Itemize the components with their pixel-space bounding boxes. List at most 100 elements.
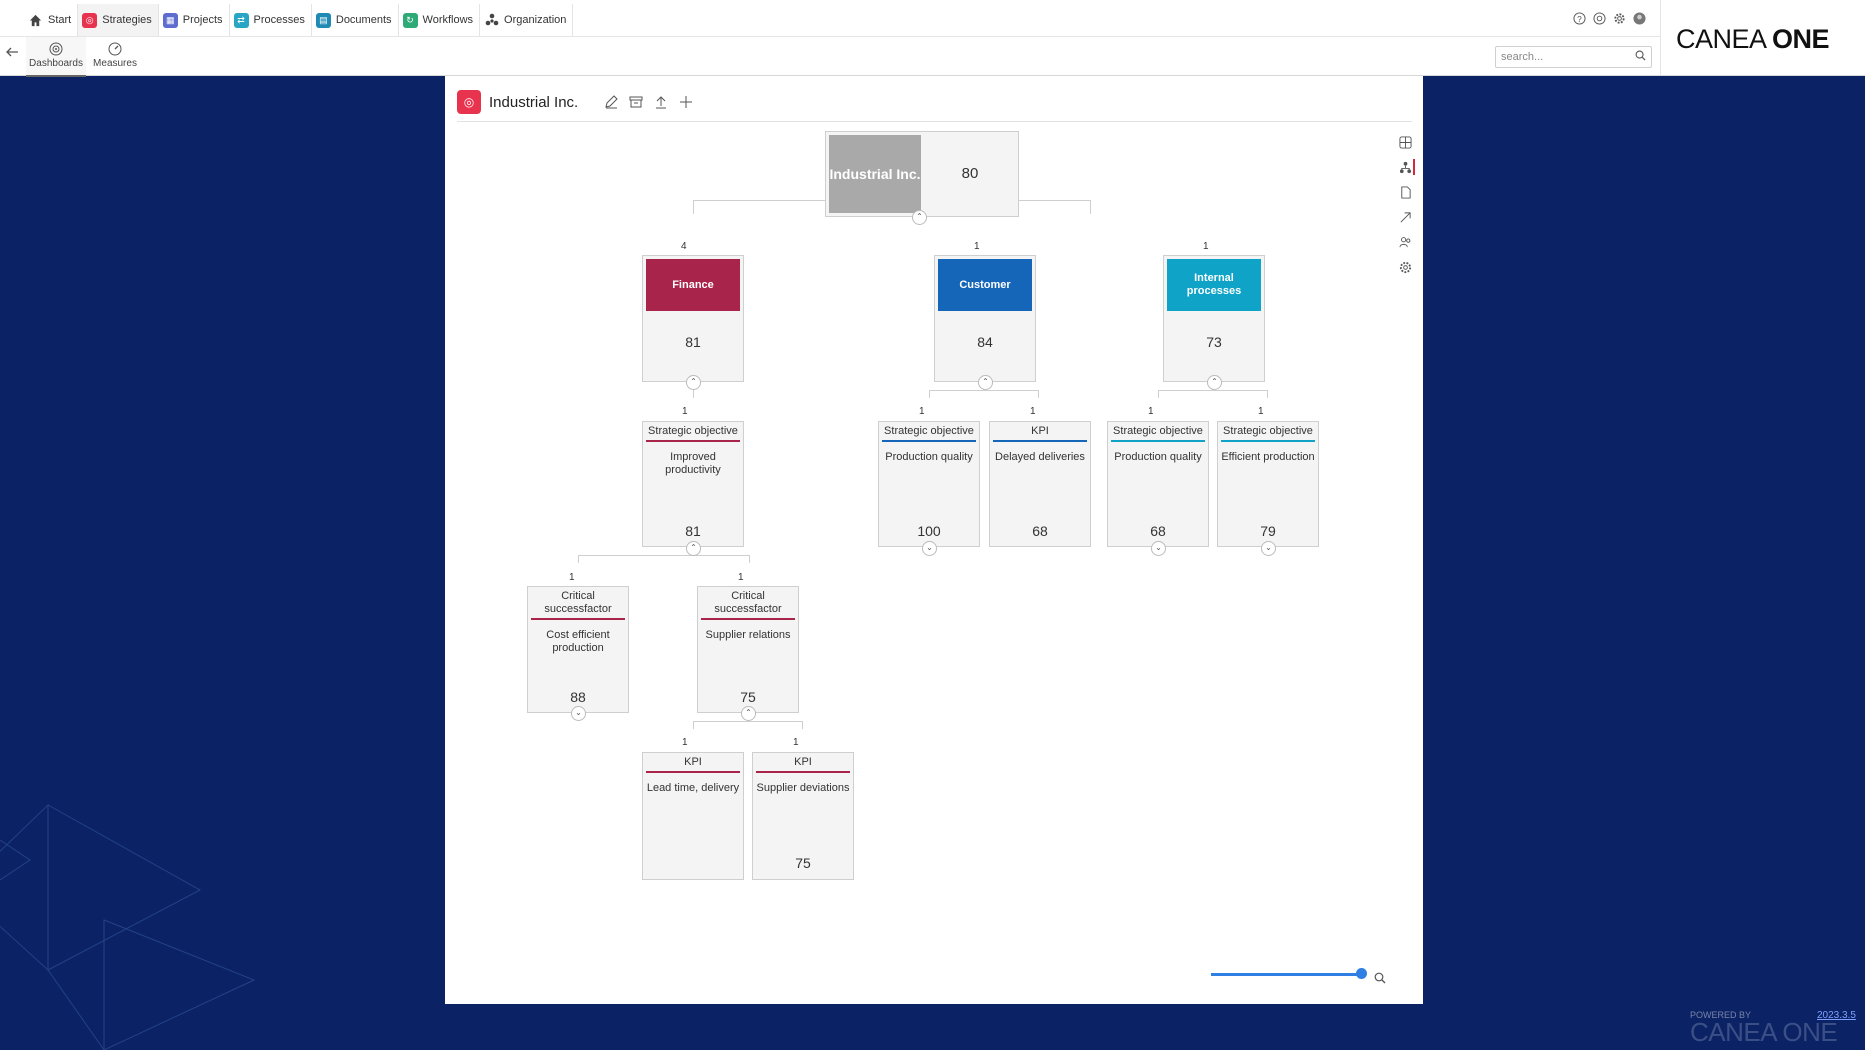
- root-node[interactable]: Industrial Inc. 80: [825, 131, 1019, 217]
- tab-organization[interactable]: Organization: [480, 4, 574, 36]
- kpi-node[interactable]: KPI Supplier deviations 75: [752, 752, 854, 880]
- connector-line: [1158, 390, 1268, 391]
- zoom-icon[interactable]: [1374, 971, 1386, 989]
- expand-toggle[interactable]: ⌄: [571, 706, 586, 721]
- strategic-objective-node[interactable]: Strategic objective Production quality 1…: [878, 421, 980, 547]
- archive-icon[interactable]: [629, 95, 643, 109]
- kpi-node[interactable]: KPI Lead time, delivery: [642, 752, 744, 880]
- tab-strategies[interactable]: ◎ Strategies: [78, 4, 159, 36]
- node-name: Production quality: [885, 451, 973, 463]
- tab-start[interactable]: Start: [24, 4, 79, 36]
- node-type: Strategic objective: [884, 425, 974, 437]
- child-count: 1: [974, 241, 980, 252]
- help-icon[interactable]: ?: [1572, 11, 1586, 25]
- collapse-toggle[interactable]: ⌃: [912, 210, 927, 225]
- settings-icon[interactable]: [1397, 259, 1413, 275]
- top-bar: Start ◎ Strategies ▦ Projects ⇄ Processe…: [0, 0, 1865, 77]
- back-arrow-icon[interactable]: [5, 45, 19, 64]
- node-value: 68: [1150, 523, 1166, 539]
- view-switcher: [1397, 134, 1415, 275]
- node-name: Production quality: [1114, 451, 1202, 463]
- tree-view-icon[interactable]: [1397, 159, 1415, 175]
- strategic-objective-node[interactable]: Strategic objective Efficient production…: [1217, 421, 1319, 547]
- type-underline: [993, 440, 1087, 442]
- collapse-toggle[interactable]: ⌃: [686, 375, 701, 390]
- strategic-objective-node[interactable]: Strategic objective Production quality 6…: [1107, 421, 1209, 547]
- node-type: Strategic objective: [648, 425, 738, 437]
- perspective-name: Customer: [938, 259, 1032, 311]
- avatar[interactable]: [1632, 11, 1646, 25]
- connector-line: [749, 555, 750, 563]
- tab-workflows[interactable]: ↻ Workflows: [399, 4, 481, 36]
- subtab-label: Measures: [93, 58, 137, 69]
- subtab-label: Dashboards: [29, 58, 83, 69]
- child-count: 1: [1030, 406, 1036, 417]
- grid-view-icon[interactable]: [1397, 134, 1413, 150]
- panel-toolbar: [604, 95, 693, 109]
- node-name: Supplier relations: [705, 629, 791, 641]
- type-underline: [882, 440, 976, 442]
- expand-toggle[interactable]: ⌄: [1261, 541, 1276, 556]
- gear-icon[interactable]: [1612, 11, 1626, 25]
- tab-processes[interactable]: ⇄ Processes: [230, 4, 312, 36]
- strategic-objective-node[interactable]: Strategic objective Improved productivit…: [642, 421, 744, 547]
- type-underline: [646, 771, 740, 773]
- node-type: KPI: [794, 756, 812, 768]
- subtab-measures[interactable]: Measures: [85, 37, 145, 75]
- tab-documents[interactable]: ▤ Documents: [312, 4, 399, 36]
- trend-arrow-icon[interactable]: [1397, 209, 1413, 225]
- zoom-slider-track[interactable]: [1211, 973, 1361, 976]
- collapse-toggle[interactable]: ⌃: [741, 706, 756, 721]
- connector-line: [1090, 200, 1091, 214]
- node-name: Delayed deliveries: [995, 451, 1085, 463]
- node-name: Efficient production: [1221, 451, 1315, 463]
- page-title: Industrial Inc.: [489, 93, 579, 111]
- search-input[interactable]: search...: [1495, 46, 1652, 68]
- support-icon[interactable]: [1592, 11, 1606, 25]
- tab-label: Start: [48, 14, 72, 26]
- child-count: 1: [569, 572, 575, 583]
- footer-brand: CANEA ONE: [1690, 1017, 1838, 1047]
- brand-logo: CANEA ONE: [1676, 24, 1830, 54]
- tab-label: Organization: [504, 14, 567, 26]
- tab-projects[interactable]: ▦ Projects: [159, 4, 230, 36]
- search-icon[interactable]: [1635, 50, 1646, 64]
- root-node-value: 80: [961, 165, 979, 182]
- perspective-internal-processes[interactable]: Internal processes 73: [1163, 255, 1265, 382]
- critical-successfactor-node[interactable]: Critical successfactor Cost efficient pr…: [527, 586, 629, 713]
- powered-by: POWERED BY CANEA ONE: [1690, 1010, 1838, 1047]
- search-placeholder: search...: [1501, 51, 1544, 63]
- collapse-toggle[interactable]: ⌃: [1207, 375, 1222, 390]
- edit-icon[interactable]: [604, 95, 618, 109]
- perspective-name: Internal processes: [1167, 259, 1261, 311]
- node-type: Strategic objective: [1113, 425, 1203, 437]
- version-link[interactable]: 2023.3.5: [1817, 1010, 1856, 1021]
- connector-line: [1267, 390, 1268, 398]
- collapse-toggle[interactable]: ⌃: [978, 375, 993, 390]
- add-icon[interactable]: [679, 95, 693, 109]
- zoom-slider-handle[interactable]: [1356, 968, 1367, 979]
- users-icon[interactable]: [1397, 234, 1413, 250]
- panel-header: ◎ Industrial Inc.: [457, 90, 693, 114]
- svg-text:?: ?: [1577, 13, 1582, 23]
- child-count: 1: [682, 406, 688, 417]
- critical-successfactor-node[interactable]: Critical successfactor Supplier relation…: [697, 586, 799, 713]
- document-icon[interactable]: [1397, 184, 1413, 200]
- collapse-toggle[interactable]: ⌃: [686, 541, 701, 556]
- expand-toggle[interactable]: ⌄: [1151, 541, 1166, 556]
- child-count: 1: [1148, 406, 1154, 417]
- node-name: Lead time, delivery: [646, 782, 740, 794]
- node-type: KPI: [684, 756, 702, 768]
- subtab-dashboards[interactable]: Dashboards: [26, 37, 86, 77]
- connector-line: [578, 555, 750, 556]
- kpi-node[interactable]: KPI Delayed deliveries 68: [989, 421, 1091, 547]
- node-type: Strategic objective: [1223, 425, 1313, 437]
- perspective-customer[interactable]: Customer 84: [934, 255, 1036, 382]
- perspective-finance[interactable]: Finance 81: [642, 255, 744, 382]
- upload-icon[interactable]: [654, 95, 668, 109]
- connector-line: [1158, 390, 1159, 398]
- module-tabs: Start ◎ Strategies ▦ Projects ⇄ Processe…: [24, 3, 574, 37]
- expand-toggle[interactable]: ⌄: [922, 541, 937, 556]
- node-name: Cost efficient production: [546, 629, 610, 654]
- perspective-value: 81: [685, 334, 701, 350]
